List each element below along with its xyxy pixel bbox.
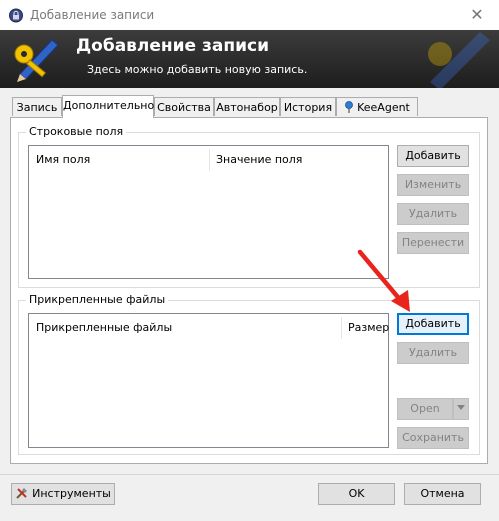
dropdown-arrow-icon (457, 405, 465, 410)
column-header-field-value[interactable]: Значение поля (211, 149, 381, 171)
open-attachment-button[interactable]: Open (397, 398, 453, 420)
tab-properties[interactable]: Свойства (154, 97, 214, 116)
column-divider (209, 149, 210, 171)
string-fields-list[interactable]: Имя поля Значение поля (28, 145, 389, 279)
attachments-list[interactable]: Прикрепленные файлы Размер (28, 313, 389, 448)
edit-string-button[interactable]: Изменить (397, 174, 469, 196)
red-arrow-annotation (357, 249, 410, 312)
close-icon: ✕ (470, 5, 484, 24)
attachments-group-label: Прикрепленные файлы (26, 293, 169, 306)
column-header-size[interactable]: Размер (343, 317, 389, 339)
footer-separator (0, 474, 499, 475)
column-divider (341, 317, 342, 339)
title-bar: Добавление записи ✕ (0, 0, 499, 31)
keeagent-pin-icon (345, 101, 354, 113)
banner-subtitle: Здесь можно добавить новую запись. (87, 63, 308, 76)
header-banner: Добавление записи Здесь можно добавить н… (0, 30, 499, 88)
tab-autotype[interactable]: Автонабор (214, 97, 280, 116)
close-button[interactable]: ✕ (455, 0, 499, 30)
tools-button[interactable]: Инструменты (11, 483, 115, 505)
delete-string-button[interactable]: Удалить (397, 203, 469, 225)
banner-key-pen-watermark-icon (428, 32, 490, 88)
tab-keeagent[interactable]: KeeAgent (336, 97, 418, 116)
delete-attachment-button[interactable]: Удалить (397, 342, 469, 364)
add-string-button[interactable]: Добавить (397, 145, 469, 167)
ok-button[interactable]: OK (318, 483, 395, 505)
string-fields-group-label: Строковые поля (26, 125, 127, 138)
tab-record[interactable]: Запись (12, 97, 62, 116)
lock-icon (9, 8, 23, 23)
column-header-attachments[interactable]: Прикрепленные файлы (31, 317, 343, 339)
tab-advanced[interactable]: Дополнительно (62, 95, 154, 118)
tab-history[interactable]: История (280, 97, 336, 116)
window-title: Добавление записи (30, 8, 155, 22)
cancel-button[interactable]: Отмена (404, 483, 481, 505)
open-dropdown-button[interactable] (453, 398, 469, 420)
save-attachment-button[interactable]: Сохранить (397, 427, 469, 449)
tools-icon (16, 488, 28, 499)
key-pen-icon (14, 39, 59, 82)
banner-title: Добавление записи (76, 36, 270, 56)
column-header-field-name[interactable]: Имя поля (31, 149, 211, 171)
